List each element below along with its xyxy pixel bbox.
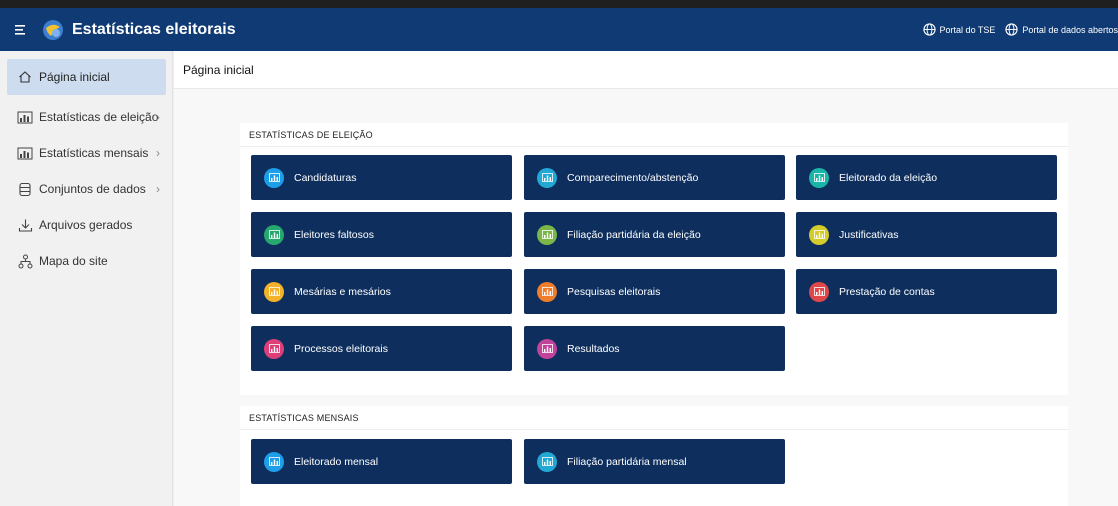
stat-card-label: Pesquisas eleitorais [567, 285, 661, 298]
chart-icon [17, 145, 33, 161]
stat-card-button[interactable]: Processos eleitorais [251, 326, 512, 371]
stat-card-label: Comparecimento/abstenção [567, 171, 699, 184]
portal-tse-label: Portal do TSE [939, 24, 996, 35]
chevron-right-icon: › [156, 182, 160, 196]
chart-icon [537, 224, 557, 245]
chart-icon [264, 224, 284, 245]
section-estatisticas-eleicao: ESTATÍSTICAS DE ELEIÇÃO Candidaturas Comp… [240, 123, 1068, 395]
section-estatisticas-mensais: ESTATÍSTICAS MENSAIS Eleitorado mensal Fi… [240, 406, 1068, 506]
chart-icon [264, 167, 284, 188]
sidebar-item-mapa-site[interactable]: Mapa do site [0, 243, 172, 279]
app-title: Estatísticas eleitorais [72, 20, 236, 38]
stat-card-button[interactable]: Pesquisas eleitorais [524, 269, 785, 314]
sidebar-item-conjuntos-dados[interactable]: Conjuntos de dados › [0, 171, 172, 207]
sidebar-item-arquivos-gerados[interactable]: Arquivos gerados [0, 207, 172, 243]
sidebar-item-pagina-inicial[interactable]: Página inicial [7, 59, 166, 95]
globe-icon [922, 23, 936, 36]
stat-card-label: Eleitorado mensal [294, 455, 379, 468]
sidebar-item-label: Arquivos gerados [39, 218, 133, 232]
stat-card-button[interactable]: Filiação partidária mensal [524, 439, 785, 484]
sidebar-item-label: Conjuntos de dados [39, 182, 146, 196]
chevron-right-icon: › [156, 110, 160, 124]
download-icon [17, 217, 33, 233]
breadcrumb: Página inicial [174, 51, 1118, 89]
sidebar-item-estatisticas-mensais[interactable]: Estatísticas mensais › [0, 135, 172, 171]
stat-card-label: Filiação partidária da eleição [567, 228, 701, 241]
chart-icon [264, 338, 284, 359]
stat-card-button[interactable]: Eleitorado da eleição [796, 155, 1057, 200]
menu-toggle-button[interactable] [0, 8, 42, 51]
stat-card-button[interactable]: Resultados [524, 326, 785, 371]
stat-card-button[interactable]: Mesárias e mesários [251, 269, 512, 314]
stat-card-button[interactable]: Candidaturas [251, 155, 512, 200]
tse-logo-icon [43, 19, 63, 40]
portal-dados-abertos-link[interactable]: Portal de dados abertos [1005, 23, 1118, 36]
app-header: Estatísticas eleitorais Portal do TSE Po… [0, 8, 1118, 51]
stat-card-label: Eleitores faltosos [294, 228, 374, 241]
sitemap-icon [17, 253, 33, 269]
stat-card-button[interactable]: Eleitorado mensal [251, 439, 512, 484]
chart-icon [537, 338, 557, 359]
chart-icon [809, 281, 829, 302]
portal-tse-link[interactable]: Portal do TSE [922, 23, 996, 36]
chart-icon [537, 451, 557, 472]
breadcrumb-current: Página inicial [183, 62, 254, 77]
chart-icon [537, 167, 557, 188]
stat-card-label: Eleitorado da eleição [839, 171, 938, 184]
section-title: ESTATÍSTICAS MENSAIS [240, 406, 1068, 430]
section-title: ESTATÍSTICAS DE ELEIÇÃO [240, 123, 1068, 147]
window-top-strip [0, 0, 1118, 8]
home-icon [17, 69, 33, 85]
chart-icon [537, 281, 557, 302]
stat-card-label: Prestação de contas [839, 285, 935, 298]
stat-card-label: Resultados [567, 342, 620, 355]
sidebar-item-estatisticas-eleicao[interactable]: Estatísticas de eleição › [0, 99, 172, 135]
stat-card-button[interactable]: Comparecimento/abstenção [524, 155, 785, 200]
chart-icon [17, 109, 33, 125]
stat-card-button[interactable]: Filiação partidária da eleição [524, 212, 785, 257]
stat-card-label: Processos eleitorais [294, 342, 388, 355]
database-icon [17, 181, 33, 197]
sidebar: Página inicial Estatísticas de eleição ›… [0, 51, 173, 506]
stat-card-button[interactable]: Justificativas [796, 212, 1057, 257]
sidebar-item-label: Estatísticas mensais [39, 146, 149, 160]
sidebar-item-label: Página inicial [39, 70, 110, 84]
menu-icon [15, 24, 25, 35]
portal-dados-abertos-label: Portal de dados abertos [1022, 24, 1118, 35]
globe-icon [1005, 23, 1019, 36]
header-links: Portal do TSE Portal de dados abertos [922, 8, 1118, 51]
stat-card-label: Candidaturas [294, 171, 357, 184]
stat-card-button[interactable]: Eleitores faltosos [251, 212, 512, 257]
chart-icon [264, 281, 284, 302]
chevron-right-icon: › [156, 146, 160, 160]
sidebar-item-label: Mapa do site [39, 254, 108, 268]
chart-icon [809, 224, 829, 245]
main-content: Página inicial ESTATÍSTICAS DE ELEIÇÃO C… [174, 51, 1118, 506]
stat-card-label: Mesárias e mesários [294, 285, 391, 298]
sidebar-item-label: Estatísticas de eleição [39, 110, 159, 124]
stat-card-button[interactable]: Prestação de contas [796, 269, 1057, 314]
stat-card-label: Filiação partidária mensal [567, 455, 687, 468]
chart-icon [264, 451, 284, 472]
chart-icon [809, 167, 829, 188]
stat-card-label: Justificativas [839, 228, 899, 241]
